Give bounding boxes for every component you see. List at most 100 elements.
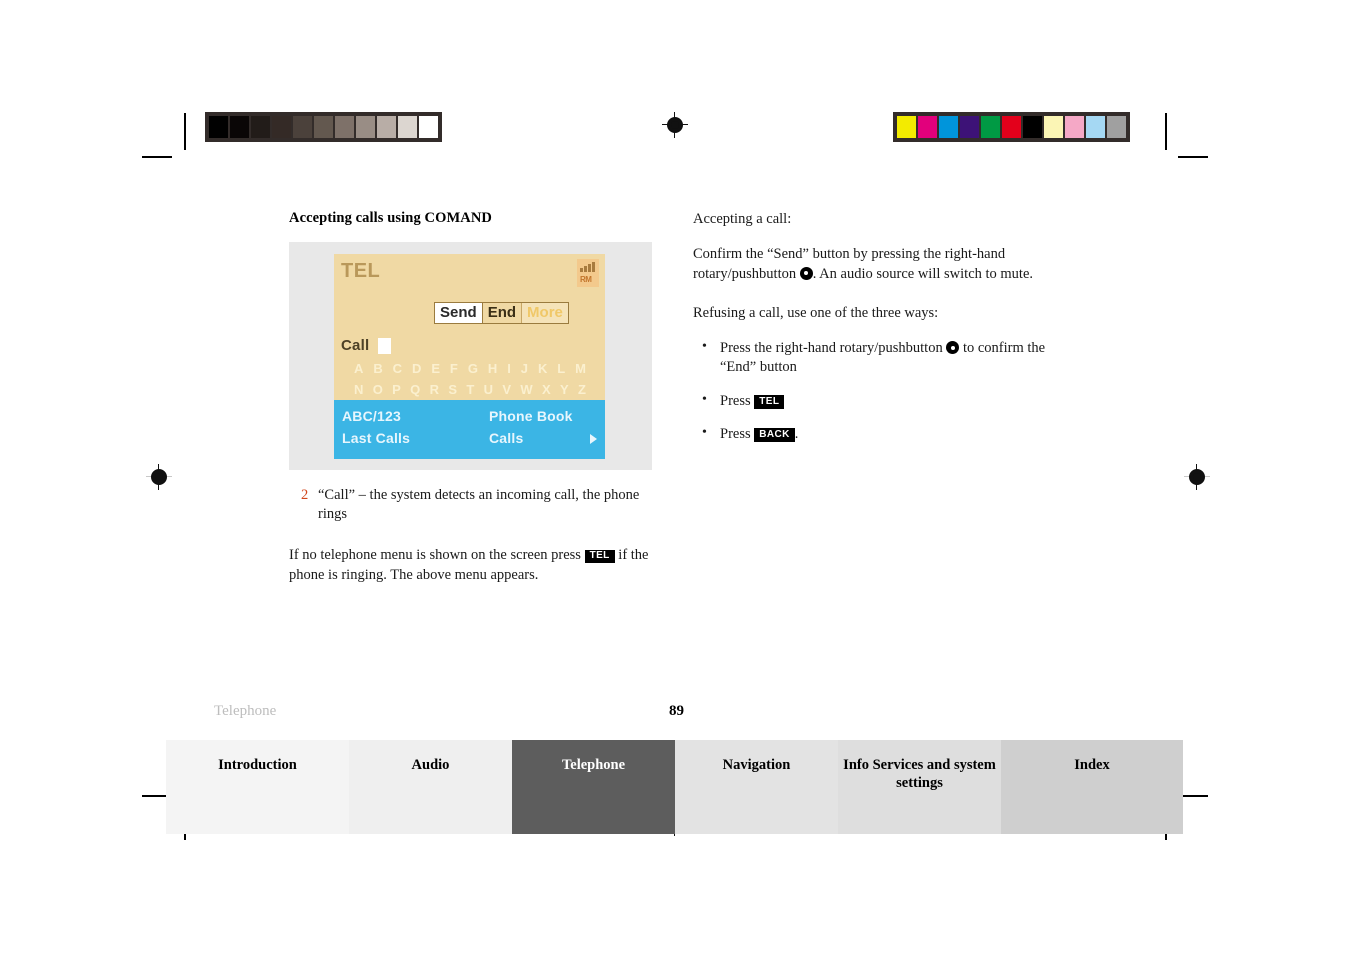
calibration-swatch-4 — [293, 116, 312, 138]
calibration-swatch-2 — [939, 116, 958, 138]
note-text-before: If no telephone menu is shown on the scr… — [289, 547, 581, 564]
comand-letter-Y[interactable]: Y — [560, 382, 569, 397]
chevron-right-icon — [590, 434, 597, 444]
comand-end-button[interactable]: End — [482, 303, 523, 323]
footer-chapter-label: Telephone — [214, 703, 277, 719]
comand-call-label: Call — [341, 337, 370, 354]
comand-letter-V[interactable]: V — [502, 382, 511, 397]
comand-alphabet-row-1: ABCDEFGHIJKLM — [354, 361, 586, 376]
calibration-swatch-3 — [272, 116, 291, 138]
note-paragraph: If no telephone menu is shown on the scr… — [289, 546, 653, 585]
refuse-call-list: Press the right-hand rotary/pushbutton t… — [693, 338, 1073, 444]
rotary-pushbutton-icon — [946, 341, 960, 355]
comand-letter-X[interactable]: X — [542, 382, 551, 397]
calibration-swatch-7 — [356, 116, 375, 138]
tab-index[interactable]: Index — [1001, 740, 1183, 834]
right-column: Accepting a call: Confirm the “Send” but… — [693, 210, 1073, 458]
color-calibration-strip — [893, 112, 1130, 142]
bullet-2-text-before: Press — [720, 392, 751, 409]
comand-menu-abc123[interactable]: ABC/123 — [342, 408, 401, 424]
comand-letter-A[interactable]: A — [354, 361, 363, 376]
comand-letter-S[interactable]: S — [448, 382, 457, 397]
footer-line: Telephone 89 — [214, 703, 774, 725]
comand-letter-E[interactable]: E — [431, 361, 440, 376]
tab-info-services-and-system-settings[interactable]: Info Services and system settings — [838, 740, 1001, 834]
comand-letter-C[interactable]: C — [393, 361, 402, 376]
calibration-swatch-5 — [314, 116, 333, 138]
caption-text: “Call” – the system detects an incoming … — [318, 487, 640, 523]
comand-display: TEL RM Send End More Call ABCDEFGHIJKLM … — [334, 254, 605, 459]
registration-mark-left — [146, 464, 172, 490]
comand-letter-M[interactable]: M — [575, 361, 586, 376]
comand-alphabet-row-2: NOPQRSTUVWXYZ — [354, 382, 586, 397]
calibration-swatch-5 — [1002, 116, 1021, 138]
comand-letter-Z[interactable]: Z — [578, 382, 586, 397]
comand-menu-bar: ABC/123 Last Calls Phone Book Calls — [334, 400, 605, 459]
comand-letter-K[interactable]: K — [538, 361, 547, 376]
calibration-swatch-10 — [1107, 116, 1126, 138]
comand-letter-U[interactable]: U — [484, 382, 493, 397]
tab-telephone[interactable]: Telephone — [512, 740, 675, 834]
comand-send-button[interactable]: Send — [435, 303, 483, 323]
comand-letter-B[interactable]: B — [373, 361, 382, 376]
signal-strength-icon: RM — [577, 259, 599, 287]
comand-letter-D[interactable]: D — [412, 361, 421, 376]
comand-menu-last-calls[interactable]: Last Calls — [342, 430, 410, 446]
roaming-label: RM — [580, 275, 592, 284]
figure-caption: 2 “Call” – the system detects an incomin… — [289, 486, 653, 524]
list-item: Press TEL — [693, 391, 1073, 411]
comand-letter-H[interactable]: H — [488, 361, 497, 376]
comand-letter-N[interactable]: N — [354, 382, 363, 397]
comand-letter-W[interactable]: W — [520, 382, 532, 397]
crop-mark-top-right-vertical — [1165, 113, 1167, 150]
calibration-swatch-2 — [251, 116, 270, 138]
bullet-3-text-after: . — [794, 425, 799, 442]
comand-letter-O[interactable]: O — [373, 382, 383, 397]
comand-menu-phone-book[interactable]: Phone Book — [489, 408, 573, 424]
comand-screenshot-figure: TEL RM Send End More Call ABCDEFGHIJKLM … — [289, 242, 652, 470]
calibration-swatch-6 — [1023, 116, 1042, 138]
comand-letter-L[interactable]: L — [557, 361, 565, 376]
registration-mark-top — [662, 112, 688, 138]
comand-more-button[interactable]: More — [522, 303, 568, 323]
calibration-swatch-0 — [209, 116, 228, 138]
comand-letter-I[interactable]: I — [507, 361, 511, 376]
crop-mark-top-right-horizontal — [1178, 156, 1208, 158]
grayscale-calibration-strip — [205, 112, 442, 142]
comand-letter-J[interactable]: J — [521, 361, 528, 376]
calibration-swatch-9 — [1086, 116, 1105, 138]
accept-text-part2: . An audio source will switch to mute. — [812, 265, 1034, 282]
comand-letter-F[interactable]: F — [450, 361, 458, 376]
caption-number: 2 — [301, 487, 309, 503]
calibration-swatch-1 — [230, 116, 249, 138]
comand-letter-R[interactable]: R — [430, 382, 439, 397]
registration-mark-right — [1184, 464, 1210, 490]
calibration-swatch-6 — [335, 116, 354, 138]
comand-letter-Q[interactable]: Q — [410, 382, 420, 397]
calibration-swatch-1 — [918, 116, 937, 138]
tab-audio[interactable]: Audio — [349, 740, 512, 834]
list-item: Press BACK. — [693, 424, 1073, 444]
left-column: Accepting calls using COMAND TEL RM Send… — [289, 210, 653, 599]
calibration-swatch-4 — [981, 116, 1000, 138]
comand-text-cursor — [378, 337, 392, 354]
tab-introduction[interactable]: Introduction — [166, 740, 349, 834]
calibration-swatch-10 — [419, 116, 438, 138]
comand-letter-T[interactable]: T — [466, 382, 474, 397]
tab-navigation[interactable]: Navigation — [675, 740, 838, 834]
calibration-swatch-8 — [1065, 116, 1084, 138]
calibration-swatch-0 — [897, 116, 916, 138]
comand-menu-calls[interactable]: Calls — [489, 430, 523, 446]
list-item: Press the right-hand rotary/pushbutton t… — [693, 338, 1073, 378]
comand-call-field: Call — [341, 337, 392, 354]
comand-letter-P[interactable]: P — [392, 382, 401, 397]
comand-letter-G[interactable]: G — [468, 361, 478, 376]
tel-key-icon: TEL — [584, 549, 615, 564]
chapter-tab-bar: Introduction Audio Telephone Navigation … — [166, 740, 1183, 834]
comand-tel-header: TEL — [341, 260, 381, 282]
refusing-call-heading: Refusing a call, use one of the three wa… — [693, 304, 939, 321]
bullet-1-text-before: Press the right-hand rotary/pushbutton — [720, 340, 943, 357]
calibration-swatch-9 — [398, 116, 417, 138]
crop-mark-top-left-horizontal — [142, 156, 172, 158]
accepting-call-text: Confirm the “Send” button by pressing th… — [693, 245, 1073, 284]
